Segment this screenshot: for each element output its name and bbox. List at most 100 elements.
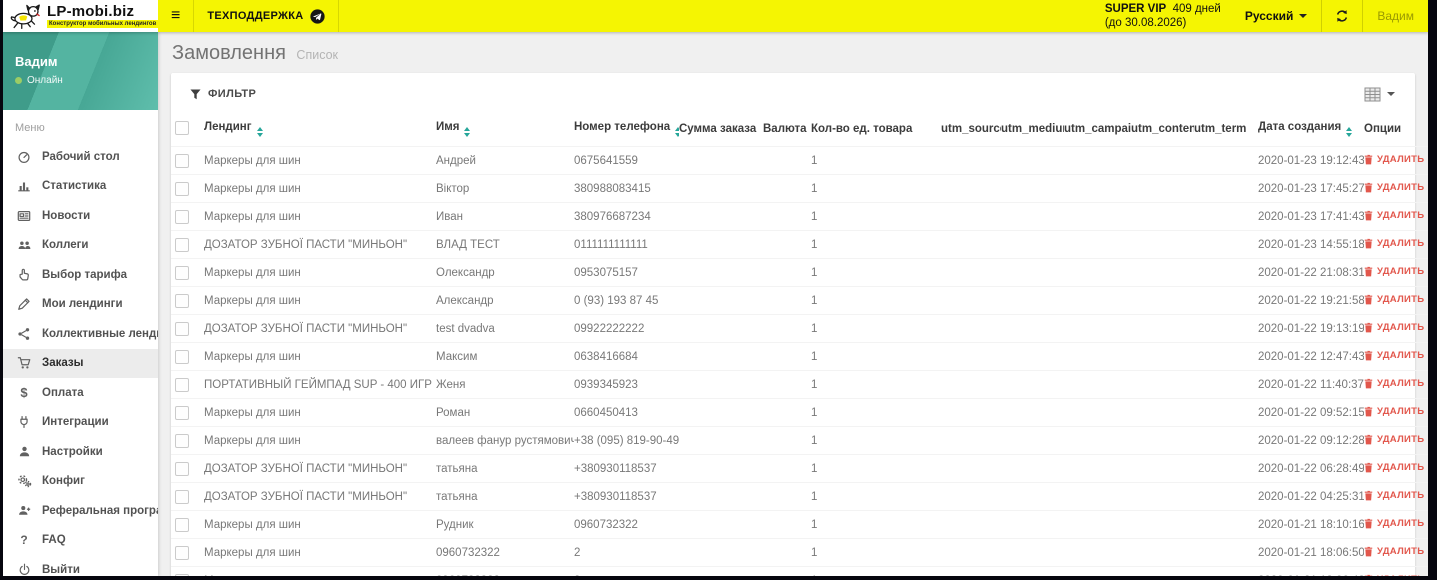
- cell-utm-term: [1194, 510, 1258, 539]
- row-checkbox[interactable]: [175, 545, 189, 560]
- cell-currency: [763, 342, 811, 371]
- delete-button[interactable]: УДАЛИТЬ: [1364, 350, 1424, 361]
- brand-logo[interactable]: LP-mobi.biz Конструктор мобильных лендин…: [3, 0, 159, 32]
- select-all-checkbox[interactable]: [175, 121, 189, 135]
- cell-name: валеев фанур рустямович: [436, 426, 574, 455]
- row-checkbox[interactable]: [175, 405, 189, 420]
- cell-phone: 0111111111111: [574, 230, 679, 259]
- landings-icon: [16, 297, 32, 311]
- filter-button[interactable]: ФИЛЬТР: [190, 88, 256, 100]
- delete-button[interactable]: УДАЛИТЬ: [1364, 154, 1424, 165]
- user-menu[interactable]: Вадим: [1363, 0, 1428, 32]
- refresh-button[interactable]: [1322, 0, 1362, 32]
- support-button[interactable]: ТЕХПОДДЕРЖКА: [194, 0, 340, 32]
- table-row: Маркеры для шин Андрей 0675641559 1 2020…: [171, 146, 1428, 175]
- delete-button[interactable]: УДАЛИТЬ: [1364, 238, 1424, 249]
- cell-qty: 1: [811, 342, 941, 371]
- sidebar-item-referral[interactable]: Реферальная программа: [3, 496, 158, 526]
- row-checkbox[interactable]: [175, 461, 189, 476]
- sidebar-item-landings[interactable]: Мои лендинги: [3, 290, 158, 320]
- sidebar-item-colleagues[interactable]: Коллеги: [3, 231, 158, 261]
- column-header-created[interactable]: Дата создания: [1258, 115, 1364, 147]
- sidebar-item-dashboard[interactable]: Рабочий стол: [3, 142, 158, 172]
- cell-sum: [679, 510, 763, 539]
- row-checkbox[interactable]: [175, 153, 189, 168]
- cell-qty: 1: [811, 370, 941, 399]
- cell-utm-medium: [1001, 370, 1064, 399]
- cell-currency: [763, 454, 811, 483]
- sidebar-item-news[interactable]: Новости: [3, 201, 158, 231]
- row-checkbox[interactable]: [175, 265, 189, 280]
- sidebar-item-logout[interactable]: Выйти: [3, 555, 158, 576]
- sidebar-item-settings[interactable]: Настройки: [3, 437, 158, 467]
- row-checkbox[interactable]: [175, 293, 189, 308]
- column-header-landing[interactable]: Лендинг: [204, 115, 436, 147]
- cell-utm-term: [1194, 370, 1258, 399]
- row-checkbox[interactable]: [175, 517, 189, 532]
- cell-currency: [763, 426, 811, 455]
- cell-sum: [679, 370, 763, 399]
- sidebar-item-label: Настройки: [42, 445, 103, 458]
- column-header-phone[interactable]: Номер телефона: [574, 115, 679, 147]
- column-header-name[interactable]: Имя: [436, 115, 574, 147]
- row-checkbox[interactable]: [175, 377, 189, 392]
- cell-utm-content: [1131, 482, 1194, 511]
- trash-icon: [1364, 210, 1373, 220]
- cell-landing: Маркеры для шин: [204, 538, 436, 567]
- column-header-utm_content: utm_content: [1131, 123, 1194, 135]
- sidebar-item-label: Мои лендинги: [42, 298, 123, 311]
- cell-utm-campaign: [1064, 538, 1131, 567]
- cell-created: 2020-01-23 17:45:27: [1258, 174, 1364, 203]
- sidebar-item-payment[interactable]: $ Оплата: [3, 378, 158, 408]
- delete-button[interactable]: УДАЛИТЬ: [1364, 462, 1424, 473]
- row-checkbox[interactable]: [175, 181, 189, 196]
- cell-qty: 1: [811, 398, 941, 427]
- delete-button[interactable]: УДАЛИТЬ: [1364, 490, 1424, 501]
- row-checkbox[interactable]: [175, 321, 189, 336]
- delete-button[interactable]: УДАЛИТЬ: [1364, 322, 1424, 333]
- delete-label: УДАЛИТЬ: [1377, 517, 1425, 529]
- sidebar-item-tariff[interactable]: Выбор тарифа: [3, 260, 158, 290]
- cell-qty: 1: [811, 314, 941, 343]
- table-row: Маркеры для шин 0960732322 2 1 2020-01-2…: [171, 538, 1428, 567]
- row-checkbox[interactable]: [175, 209, 189, 224]
- delete-button[interactable]: УДАЛИТЬ: [1364, 266, 1424, 277]
- delete-button[interactable]: УДАЛИТЬ: [1364, 574, 1424, 576]
- sidebar-item-faq[interactable]: ? FAQ: [3, 526, 158, 556]
- hamburger-menu-button[interactable]: ≡: [158, 0, 195, 32]
- sidebar-item-label: Коллеги: [42, 239, 89, 252]
- cell-utm-source: [941, 286, 1001, 315]
- delete-button[interactable]: УДАЛИТЬ: [1364, 210, 1424, 221]
- row-checkbox[interactable]: [175, 349, 189, 364]
- brand-tagline: Конструктор мобильных лендингов: [47, 20, 159, 28]
- delete-button[interactable]: УДАЛИТЬ: [1364, 406, 1424, 417]
- row-checkbox[interactable]: [175, 489, 189, 504]
- delete-button[interactable]: УДАЛИТЬ: [1364, 294, 1424, 305]
- cell-phone: 0939345923: [574, 370, 679, 399]
- row-checkbox[interactable]: [175, 237, 189, 252]
- column-visibility-button[interactable]: [1361, 84, 1398, 105]
- row-checkbox[interactable]: [175, 573, 189, 576]
- delete-button[interactable]: УДАЛИТЬ: [1364, 182, 1424, 193]
- delete-button[interactable]: УДАЛИТЬ: [1364, 434, 1424, 445]
- sidebar-item-stats[interactable]: Статистика: [3, 172, 158, 202]
- table-row: ДОЗАТОР ЗУБНОЇ ПАСТИ "МИНЬОН" татьяна +3…: [171, 482, 1428, 511]
- table-row: Маркеры для шин Роман 0660450413 1 2020-…: [171, 398, 1428, 427]
- table-row: ДОЗАТОР ЗУБНОЇ ПАСТИ "МИНЬОН" test dvadv…: [171, 314, 1428, 343]
- delete-label: УДАЛИТЬ: [1377, 349, 1425, 361]
- delete-button[interactable]: УДАЛИТЬ: [1364, 518, 1424, 529]
- row-checkbox[interactable]: [175, 433, 189, 448]
- sidebar-item-share[interactable]: Коллективные лендинги: [3, 319, 158, 349]
- main-content: Замовлення Список ФИЛЬТР Лендинг Имя Ном…: [158, 32, 1428, 576]
- sidebar-menu: Рабочий стол Статистика Новости Коллеги …: [3, 142, 158, 576]
- cell-qty: 1: [811, 258, 941, 287]
- language-selector[interactable]: Русский: [1231, 0, 1322, 32]
- sidebar-item-cart[interactable]: Заказы: [3, 348, 158, 378]
- sidebar-item-label: Оплата: [42, 386, 84, 399]
- cell-landing: Маркеры для шин: [204, 398, 436, 427]
- delete-button[interactable]: УДАЛИТЬ: [1364, 378, 1424, 389]
- cell-utm-source: [941, 482, 1001, 511]
- delete-button[interactable]: УДАЛИТЬ: [1364, 546, 1424, 557]
- sidebar-item-config[interactable]: Конфиг: [3, 467, 158, 497]
- sidebar-item-integrations[interactable]: Интеграции: [3, 408, 158, 438]
